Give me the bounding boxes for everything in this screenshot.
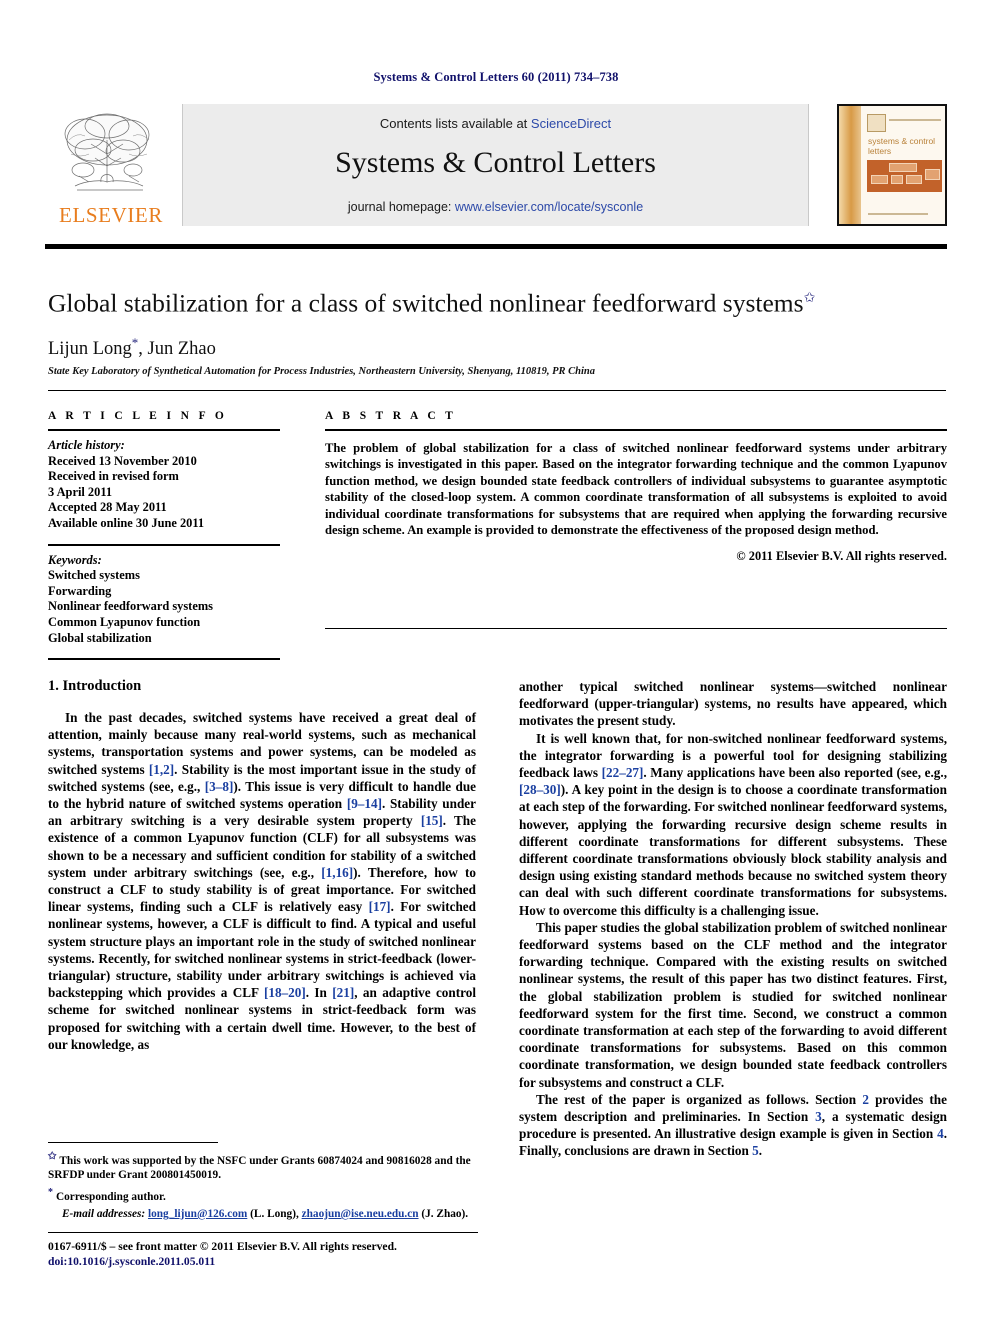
history-item: Available online 30 June 2011: [48, 515, 205, 530]
article-info-bottom-rule: [48, 658, 280, 661]
cover-badge-icon: [867, 114, 886, 132]
cover-journal-title: systems & control letters: [868, 136, 936, 156]
contents-prefix: Contents lists available at: [379, 116, 531, 131]
history-item: Accepted 28 May 2011: [48, 500, 167, 515]
footer-separator: [48, 1232, 478, 1233]
paragraph: In the past decades, switched systems ha…: [48, 710, 477, 1052]
email-link-long[interactable]: long_lijun@126.com: [148, 1208, 247, 1220]
abstract-column: A B S T R A C T The problem of global st…: [325, 410, 947, 564]
info-abstract-top-rule: [48, 390, 946, 391]
title-footnote-marker: ✩: [803, 291, 816, 306]
header-divider: [45, 244, 947, 249]
author-primary: Lijun Long: [48, 338, 132, 359]
article-history: Article history: Received 13 November 20…: [48, 438, 280, 532]
journal-cover-thumbnail: systems & control letters: [837, 104, 947, 226]
abstract-underline: [325, 429, 947, 431]
running-head: Systems & Control Letters 60 (2011) 734–…: [373, 70, 619, 84]
paper-page: Systems & Control Letters 60 (2011) 734–…: [0, 0, 992, 1323]
elsevier-logo: ELSEVIER: [45, 104, 177, 234]
affiliation: State Key Laboratory of Synthetical Auto…: [48, 365, 596, 377]
paragraph: The rest of the paper is organized as fo…: [519, 1091, 947, 1159]
contents-line: Contents lists available at ScienceDirec…: [183, 116, 808, 131]
keyword-item: Common Lyapunov function: [48, 614, 201, 629]
author-secondary: , Jun Zhao: [138, 338, 216, 359]
cover-top-rule: [889, 119, 941, 121]
keyword-item: Switched systems: [48, 568, 140, 583]
keywords-label: Keywords:: [48, 552, 102, 567]
article-info-underline: [48, 429, 280, 431]
section-heading-introduction: 1. Introduction: [48, 678, 142, 694]
body-column-left: 1. Introduction In the past decades, swi…: [48, 678, 476, 1053]
keywords-block: Keywords: Switched systems Forwarding No…: [48, 553, 280, 647]
history-item: Received 13 November 2010: [48, 453, 197, 468]
keyword-item: Nonlinear feedforward systems: [48, 599, 213, 614]
paper-title-text: Global stabilization for a class of swit…: [48, 288, 804, 318]
paragraph: another typical switched nonlinear syste…: [519, 679, 947, 729]
funding-text: This work was supported by the NSFC unde…: [48, 1154, 471, 1182]
elsevier-wordmark: ELSEVIER: [59, 203, 163, 227]
footnote-corresponding: * Corresponding author.: [48, 1186, 478, 1204]
footnote-separator: [48, 1142, 218, 1143]
corresponding-text: Corresponding author.: [56, 1190, 166, 1203]
email-label: E-mail addresses:: [62, 1207, 146, 1220]
homepage-line: journal homepage: www.elsevier.com/locat…: [183, 200, 808, 214]
page-title: Global stabilization for a class of swit…: [48, 284, 948, 319]
author-list: Lijun Long*, Jun Zhao: [48, 335, 948, 360]
keyword-item: Global stabilization: [48, 630, 152, 645]
paragraph: It is well known that, for non-switched …: [519, 730, 947, 918]
sciencedirect-link[interactable]: ScienceDirect: [531, 116, 611, 131]
email-owner-zhao: (J. Zhao).: [421, 1207, 469, 1220]
abstract-heading: A B S T R A C T: [325, 410, 457, 422]
article-info-column: A R T I C L E I N F O Article history: R…: [48, 410, 280, 661]
paragraph: This paper studies the global stabilizat…: [519, 919, 947, 1090]
corresponding-marker: *: [48, 1186, 53, 1198]
journal-homepage-link[interactable]: www.elsevier.com/locate/sysconle: [455, 200, 643, 214]
cover-spine: [839, 106, 861, 224]
issn-line: 0167-6911/$ – see front matter © 2011 El…: [48, 1240, 397, 1253]
homepage-prefix: journal homepage:: [347, 200, 455, 214]
title-block: Global stabilization for a class of swit…: [48, 284, 948, 377]
history-item: Received in revised form: [48, 469, 179, 484]
history-item: 3 April 2011: [48, 484, 113, 499]
doi-line[interactable]: doi:10.1016/j.sysconle.2011.05.011: [48, 1255, 498, 1270]
journal-header: ELSEVIER Contents lists available at Sci…: [45, 104, 947, 234]
article-info-heading: A R T I C L E I N F O: [48, 410, 228, 422]
keyword-item: Forwarding: [48, 583, 112, 598]
page-footer: 0167-6911/$ – see front matter © 2011 El…: [48, 1240, 498, 1270]
footnote-funding: ✩ This work was supported by the NSFC und…: [48, 1150, 478, 1183]
body-columns: 1. Introduction In the past decades, swi…: [48, 678, 947, 1158]
journal-banner: Contents lists available at ScienceDirec…: [182, 104, 809, 226]
cover-block-diagram-icon: [867, 160, 942, 192]
abstract-text: The problem of global stabilization for …: [325, 441, 947, 538]
footnote-emails: E-mail addresses: long_lijun@126.com (L.…: [48, 1207, 478, 1221]
abstract-copyright: © 2011 Elsevier B.V. All rights reserved…: [736, 549, 947, 564]
email-link-zhao[interactable]: zhaojun@ise.neu.edu.cn: [302, 1208, 419, 1220]
abstract-bottom-rule: [325, 628, 947, 629]
funding-marker: ✩: [48, 1151, 57, 1162]
email-owner-long: (L. Long),: [250, 1207, 299, 1220]
cover-bottom-rule: [868, 213, 928, 215]
footnotes-block: ✩ This work was supported by the NSFC und…: [48, 1150, 478, 1224]
article-history-label: Article history:: [48, 438, 125, 452]
history-keywords-divider: [48, 543, 280, 546]
body-column-right: another typical switched nonlinear syste…: [519, 678, 947, 1160]
journal-title: Systems & Control Letters: [335, 146, 656, 179]
elsevier-tree-icon: [64, 113, 150, 191]
